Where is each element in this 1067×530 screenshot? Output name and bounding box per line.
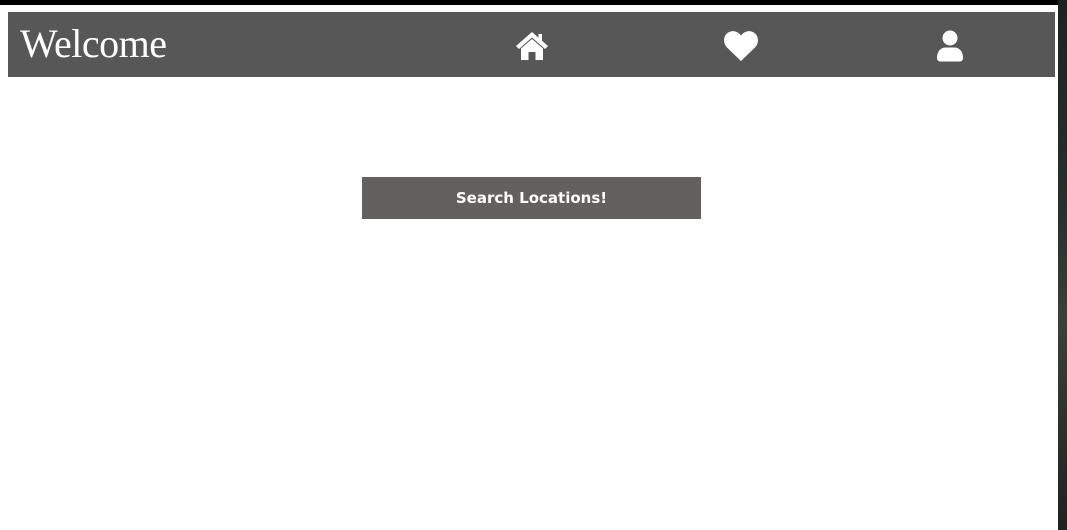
profile-nav-button[interactable] [930, 26, 970, 66]
heart-icon [724, 31, 758, 61]
page-viewport: Welcome Search Locations! [0, 5, 1058, 530]
user-icon [937, 30, 963, 62]
home-icon [516, 32, 548, 60]
search-locations-button[interactable]: Search Locations! [362, 177, 701, 219]
page-title: Welcome [20, 21, 167, 66]
desktop-background-edge [1058, 0, 1067, 530]
top-navbar: Welcome [8, 12, 1055, 77]
browser-window: Welcome Search Locations! [0, 0, 1067, 530]
favorites-nav-button[interactable] [721, 26, 761, 66]
home-nav-button[interactable] [512, 26, 552, 66]
